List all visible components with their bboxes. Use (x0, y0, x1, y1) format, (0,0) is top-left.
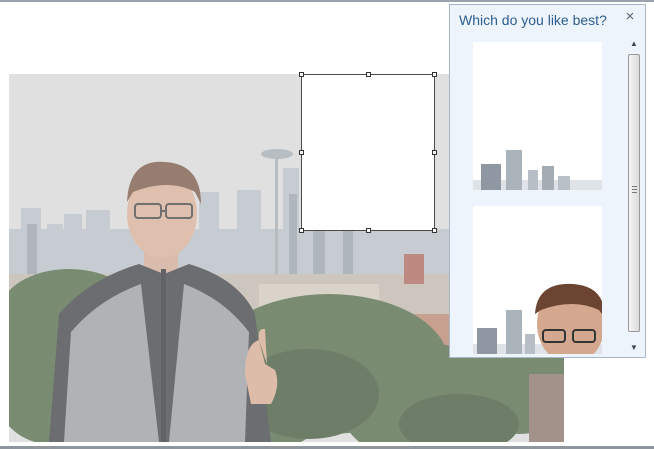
resize-handle-left[interactable] (299, 150, 304, 155)
crop-preview-area (302, 75, 434, 230)
panel-scrollbar[interactable]: ▲ ▼ (626, 38, 642, 356)
panel-title: Which do you like best? (459, 12, 607, 28)
crop-suggestion-panel: Which do you like best? × ▲ ▼ (449, 4, 646, 358)
close-icon[interactable]: × (622, 8, 638, 26)
crop-option-1[interactable] (473, 42, 602, 190)
crop-option-2-thumbnail (473, 206, 602, 354)
scroll-thumb-grip-icon (632, 186, 637, 193)
resize-handle-bottom-left[interactable] (299, 228, 304, 233)
resize-handle-top-left[interactable] (299, 72, 304, 77)
crop-option-2[interactable] (473, 206, 602, 354)
window-top-border (0, 0, 654, 2)
resize-handle-top-right[interactable] (432, 72, 437, 77)
resize-handle-bottom[interactable] (366, 228, 371, 233)
scroll-down-icon[interactable]: ▼ (626, 342, 642, 354)
scroll-up-icon[interactable]: ▲ (626, 38, 642, 50)
scroll-thumb[interactable] (628, 54, 640, 332)
resize-handle-bottom-right[interactable] (432, 228, 437, 233)
dim-overlay-left (9, 74, 301, 442)
crop-selection-box[interactable] (299, 72, 437, 233)
resize-handle-top[interactable] (366, 72, 371, 77)
crop-option-1-thumbnail (473, 42, 602, 190)
resize-handle-right[interactable] (432, 150, 437, 155)
